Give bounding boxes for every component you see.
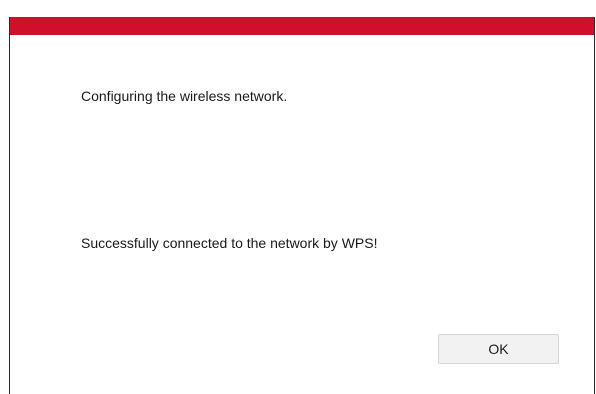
status-message: Configuring the wireless network.	[81, 88, 288, 104]
wps-dialog: Configuring the wireless network. Succes…	[9, 17, 595, 394]
ok-button[interactable]: OK	[438, 334, 559, 364]
title-bar	[10, 17, 594, 35]
result-message: Successfully connected to the network by…	[81, 235, 378, 251]
page: Configuring the wireless network. Succes…	[0, 0, 596, 394]
